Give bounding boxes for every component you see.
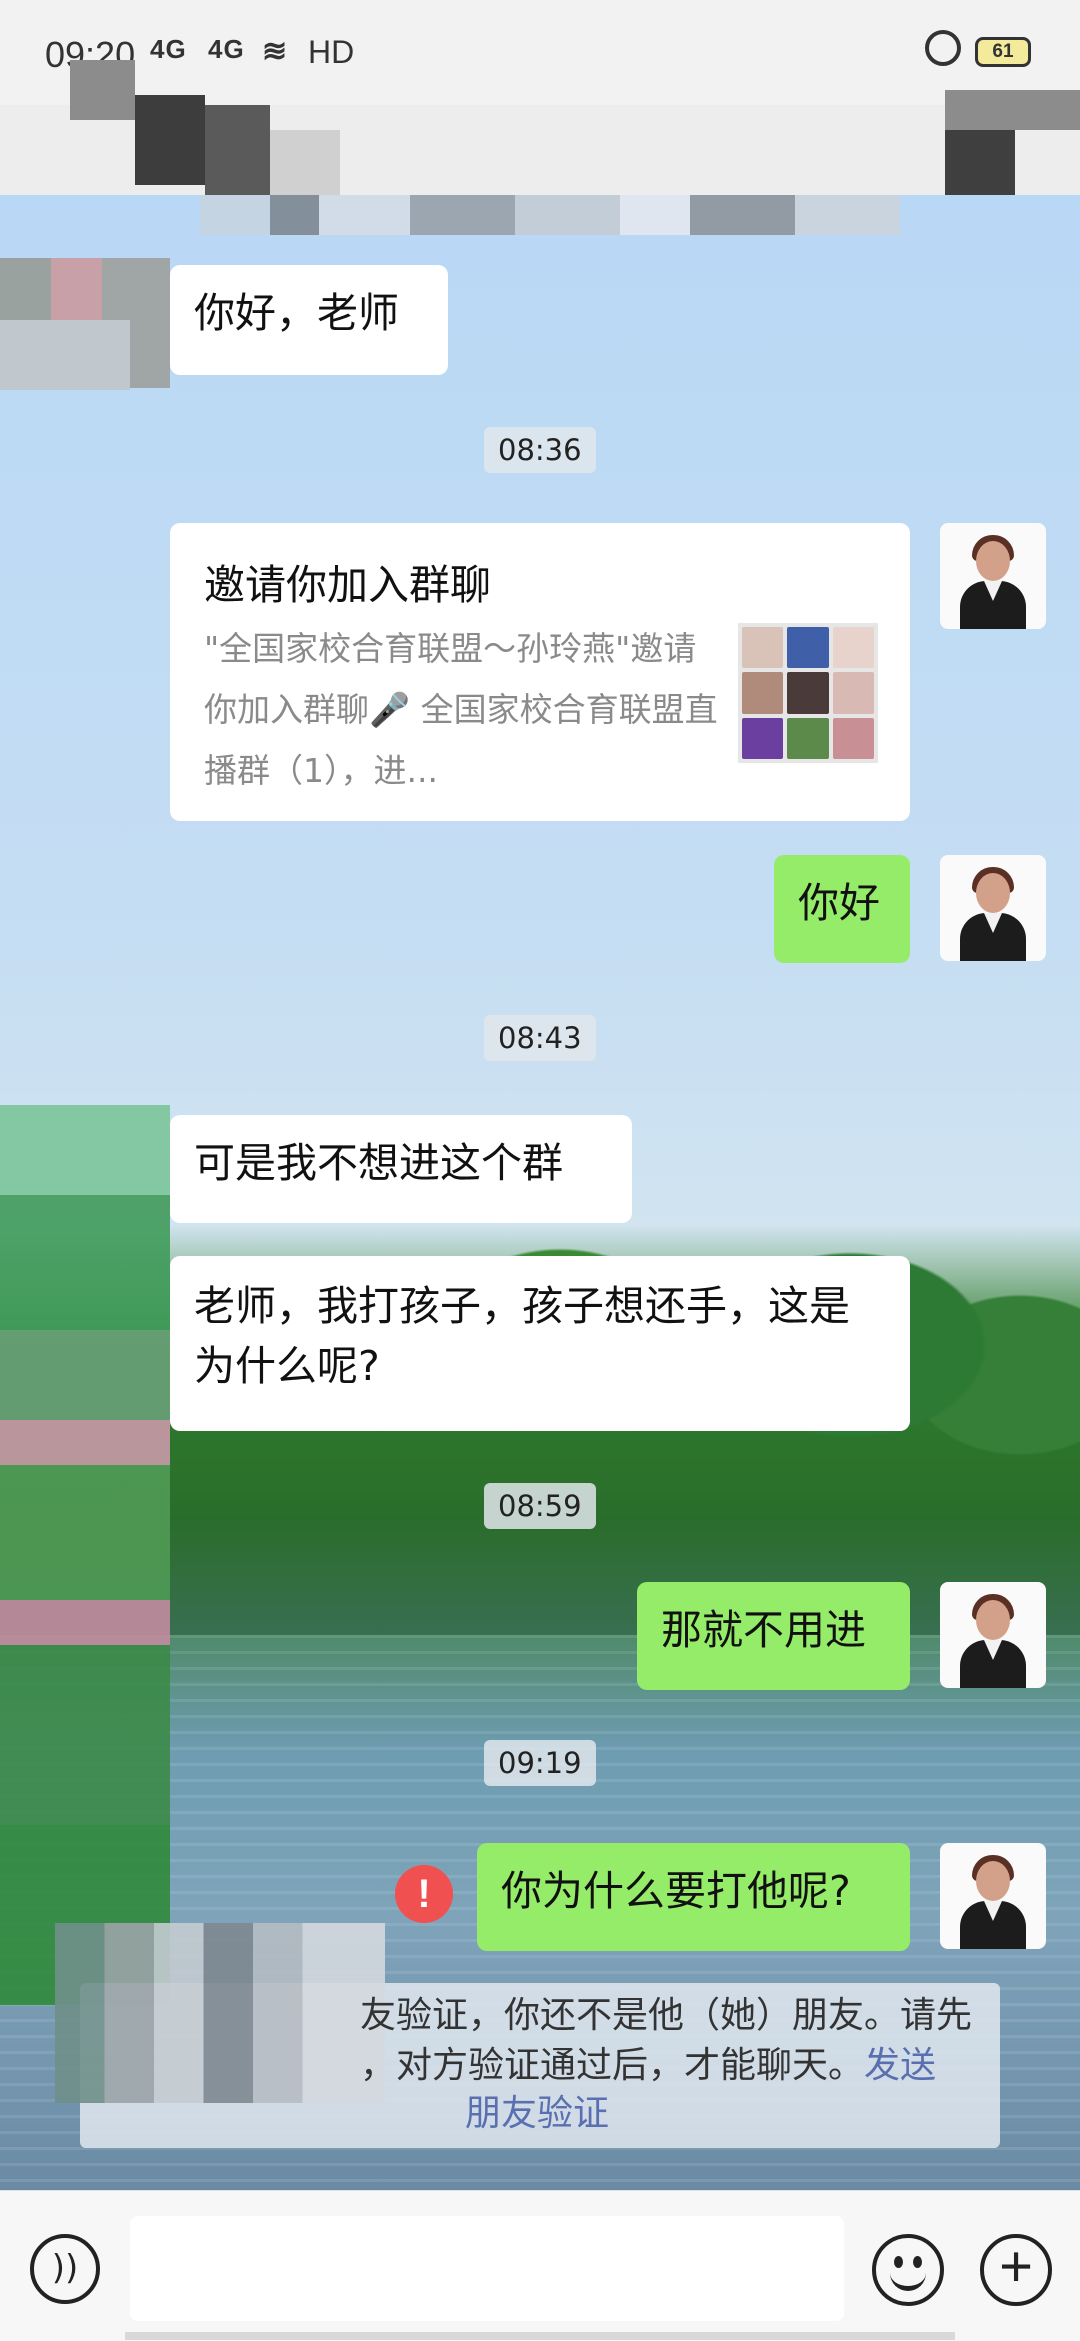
card-description: "全国家校合育联盟～孙玲燕"邀请你加入群聊🎤 全国家校合育联盟直播群（1），进.… — [204, 629, 718, 790]
notice-line-1: 友验证，你还不是他（她）朋友。请先 — [360, 1995, 973, 2036]
pixelated-region — [70, 60, 135, 120]
signal-icon-1: 4G — [150, 34, 187, 64]
voice-icon[interactable]: )) — [30, 2234, 100, 2304]
hd-indicator: HD — [308, 34, 355, 70]
message-timestamp: 08:36 — [484, 427, 596, 473]
pixelated-region — [200, 195, 900, 235]
user-avatar[interactable] — [940, 1843, 1046, 1949]
chat-header[interactable] — [0, 60, 1080, 235]
signal-icon-2: 4G — [208, 34, 245, 64]
pixelated-region — [135, 95, 205, 185]
status-bar: 09:20 4G 4G ≋ HD 61 — [0, 0, 1080, 105]
wifi-icon: ≋ — [262, 35, 289, 68]
pixelated-region — [945, 90, 1080, 130]
message-bubble-received[interactable]: 你好，老师 — [170, 265, 448, 375]
user-avatar[interactable] — [940, 855, 1046, 961]
plus-icon[interactable]: + — [980, 2234, 1052, 2306]
message-timestamp: 09:19 — [484, 1740, 596, 1786]
message-timestamp: 08:59 — [484, 1483, 596, 1529]
user-avatar[interactable] — [940, 523, 1046, 629]
message-text: 老师，我打孩子，孩子想还手，这是为什么呢? — [194, 1282, 850, 1390]
emoji-icon[interactable] — [872, 2234, 944, 2306]
message-timestamp: 08:43 — [484, 1015, 596, 1061]
notice-text: 友验证，你还不是他（她）朋友。请先 ，对方验证通过后，才能聊天。发送 — [360, 1991, 990, 2091]
battery-icon: 61 — [975, 37, 1031, 67]
pixelated-region — [0, 1105, 170, 2005]
message-bubble-sent[interactable]: 那就不用进 — [637, 1582, 910, 1690]
message-bubble-sent[interactable]: 你为什么要打他呢? — [477, 1843, 910, 1951]
notice-line-2: ，对方验证通过后，才能聊天。 — [360, 2045, 865, 2086]
message-bubble-sent[interactable]: 你好 — [774, 855, 910, 963]
send-verification-link-2[interactable]: 朋友验证 — [465, 2089, 609, 2139]
send-failed-icon[interactable]: ! — [395, 1865, 453, 1923]
message-text: 你为什么要打他呢? — [501, 1867, 851, 1915]
message-bubble-received[interactable]: 老师，我打孩子，孩子想还手，这是为什么呢? — [170, 1256, 910, 1431]
pixelated-region — [205, 105, 270, 195]
message-text: 你好，老师 — [194, 289, 399, 337]
chat-input-bar: )) + — [0, 2190, 1080, 2341]
message-bubble-received[interactable]: 可是我不想进这个群 — [170, 1115, 632, 1223]
home-indicator — [125, 2332, 955, 2340]
message-text: 那就不用进 — [661, 1606, 866, 1654]
alarm-icon — [925, 30, 961, 66]
group-avatar-grid — [738, 623, 878, 763]
user-avatar[interactable] — [940, 1582, 1046, 1688]
contact-avatar-pixel — [0, 320, 130, 390]
message-text: 可是我不想进这个群 — [194, 1139, 563, 1187]
pixelated-region — [945, 130, 1015, 195]
card-title: 邀请你加入群聊 — [204, 561, 491, 609]
message-input[interactable] — [130, 2216, 844, 2321]
group-invite-card[interactable]: 邀请你加入群聊 "全国家校合育联盟～孙玲燕"邀请你加入群聊🎤 全国家校合育联盟直… — [170, 523, 910, 821]
pixelated-region — [55, 1923, 385, 2103]
system-notice: 友验证，你还不是他（她）朋友。请先 ，对方验证通过后，才能聊天。发送 朋友验证 — [55, 1923, 1000, 2148]
pixelated-region — [270, 130, 340, 195]
send-verification-link[interactable]: 发送 — [864, 2045, 936, 2086]
message-text: 你好 — [798, 879, 880, 927]
